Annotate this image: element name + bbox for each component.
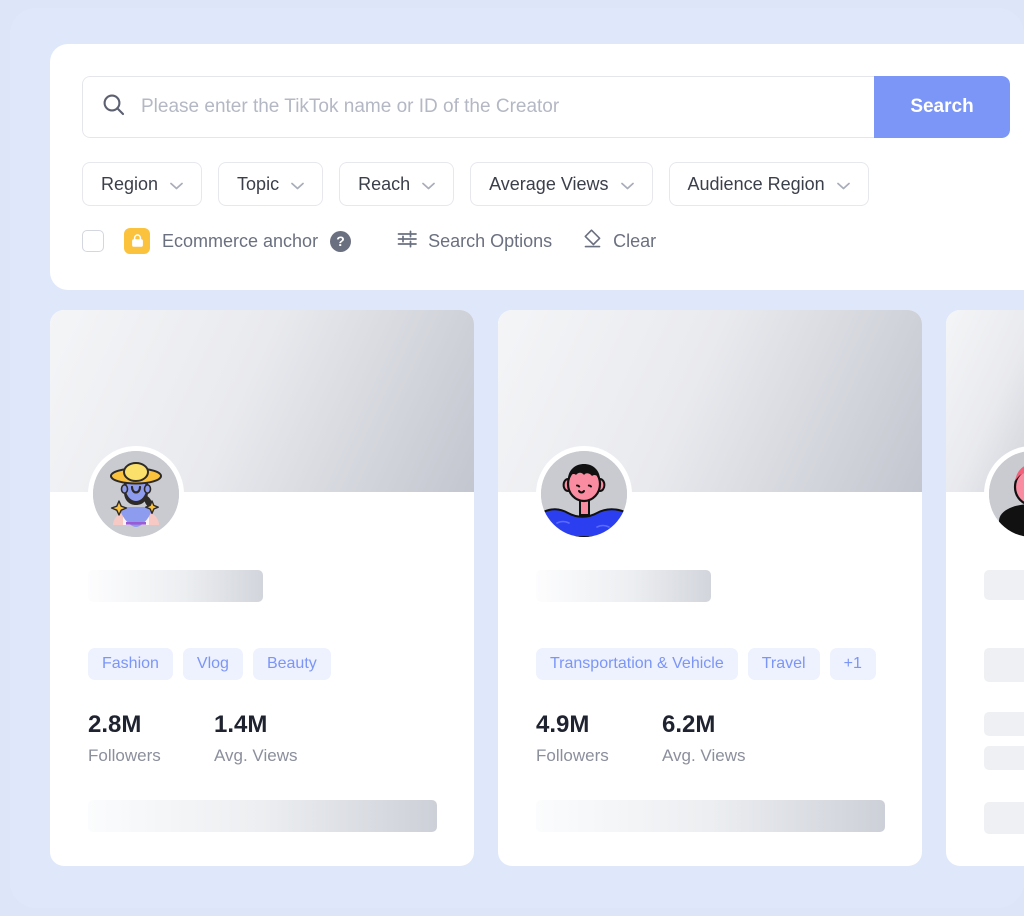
stat-label: Followers bbox=[536, 746, 662, 766]
question-mark-icon[interactable]: ? bbox=[330, 231, 351, 252]
filter-region[interactable]: Region bbox=[82, 162, 202, 206]
pink-hair-person-avatar bbox=[989, 451, 1024, 537]
card-body: Transportation & Vehicle Travel +1 4.9M … bbox=[498, 492, 922, 832]
filter-average-views[interactable]: Average Views bbox=[470, 162, 652, 206]
stat-value: 6.2M bbox=[662, 712, 788, 738]
tag-pill[interactable]: Vlog bbox=[183, 648, 243, 680]
card-action-placeholder[interactable] bbox=[88, 800, 437, 832]
woman-with-sun-hat-avatar bbox=[93, 451, 179, 537]
stat-value: 1.4M bbox=[214, 712, 340, 738]
stat-followers: 2.8M Followers bbox=[88, 712, 214, 766]
tag-pill-overflow[interactable]: +1 bbox=[830, 648, 876, 680]
options-row: Ecommerce anchor ? Search Options bbox=[82, 228, 1024, 254]
stat-placeholder bbox=[984, 712, 1024, 736]
filter-topic-label: Topic bbox=[237, 174, 279, 195]
search-input[interactable] bbox=[141, 96, 856, 118]
creator-card[interactable] bbox=[946, 310, 1024, 866]
creator-name-placeholder bbox=[536, 570, 711, 602]
ecommerce-anchor-label: Ecommerce anchor bbox=[162, 231, 318, 252]
chevron-down-icon bbox=[422, 174, 435, 195]
creator-card[interactable]: Fashion Vlog Beauty 2.8M Followers 1.4M … bbox=[50, 310, 474, 866]
stat-avg-views: 6.2M Avg. Views bbox=[662, 712, 788, 766]
tag-pill[interactable]: Transportation & Vehicle bbox=[536, 648, 738, 680]
chevron-down-icon bbox=[621, 174, 634, 195]
stat-avg-views: 1.4M Avg. Views bbox=[214, 712, 340, 766]
stat-followers: 4.9M Followers bbox=[536, 712, 662, 766]
ecommerce-anchor-checkbox[interactable] bbox=[82, 230, 104, 252]
card-action-placeholder[interactable] bbox=[984, 802, 1024, 834]
search-panel: Search Region Topic Reach Average Views bbox=[50, 44, 1024, 290]
stat-label-placeholder bbox=[984, 746, 1024, 770]
filter-audience-region-label: Audience Region bbox=[688, 174, 825, 195]
filter-reach-label: Reach bbox=[358, 174, 410, 195]
stats-row: 4.9M Followers 6.2M Avg. Views bbox=[536, 712, 884, 766]
search-icon bbox=[101, 92, 127, 123]
creator-cards-strip: Fashion Vlog Beauty 2.8M Followers 1.4M … bbox=[50, 310, 1024, 866]
clear-button[interactable]: Clear bbox=[580, 228, 656, 254]
tag-row: Fashion Vlog Beauty bbox=[88, 648, 436, 680]
creator-name-placeholder bbox=[88, 570, 263, 602]
tag-pill[interactable]: Travel bbox=[748, 648, 820, 680]
eraser-icon bbox=[580, 228, 603, 254]
search-options-label: Search Options bbox=[428, 231, 552, 252]
tag-pill[interactable]: Fashion bbox=[88, 648, 173, 680]
search-button[interactable]: Search bbox=[874, 76, 1010, 138]
tag-placeholder bbox=[984, 648, 1024, 682]
filter-row: Region Topic Reach Average Views Audienc… bbox=[82, 162, 1024, 206]
person-swimming-avatar bbox=[541, 451, 627, 537]
tag-pill[interactable]: Beauty bbox=[253, 648, 331, 680]
sliders-icon bbox=[397, 229, 418, 253]
creator-name-placeholder bbox=[984, 570, 1024, 600]
filter-region-label: Region bbox=[101, 174, 158, 195]
stat-label: Followers bbox=[88, 746, 214, 766]
stat-label: Avg. Views bbox=[214, 746, 340, 766]
avatar bbox=[536, 446, 632, 542]
shopping-bag-icon bbox=[124, 228, 150, 254]
card-action-placeholder[interactable] bbox=[536, 800, 885, 832]
stat-value: 4.9M bbox=[536, 712, 662, 738]
card-body: Fashion Vlog Beauty 2.8M Followers 1.4M … bbox=[50, 492, 474, 832]
card-body bbox=[946, 492, 1024, 834]
stats-row: 2.8M Followers 1.4M Avg. Views bbox=[88, 712, 436, 766]
creator-card[interactable]: Transportation & Vehicle Travel +1 4.9M … bbox=[498, 310, 922, 866]
search-bar: Search bbox=[82, 76, 1010, 138]
filter-topic[interactable]: Topic bbox=[218, 162, 323, 206]
chevron-down-icon bbox=[291, 174, 304, 195]
chevron-down-icon bbox=[837, 174, 850, 195]
filter-audience-region[interactable]: Audience Region bbox=[669, 162, 869, 206]
search-field[interactable] bbox=[82, 76, 874, 138]
search-options-button[interactable]: Search Options bbox=[397, 229, 552, 253]
filter-average-views-label: Average Views bbox=[489, 174, 608, 195]
avatar bbox=[88, 446, 184, 542]
filter-reach[interactable]: Reach bbox=[339, 162, 454, 206]
clear-label: Clear bbox=[613, 231, 656, 252]
stat-value: 2.8M bbox=[88, 712, 214, 738]
stat-label: Avg. Views bbox=[662, 746, 788, 766]
chevron-down-icon bbox=[170, 174, 183, 195]
tag-row: Transportation & Vehicle Travel +1 bbox=[536, 648, 884, 680]
